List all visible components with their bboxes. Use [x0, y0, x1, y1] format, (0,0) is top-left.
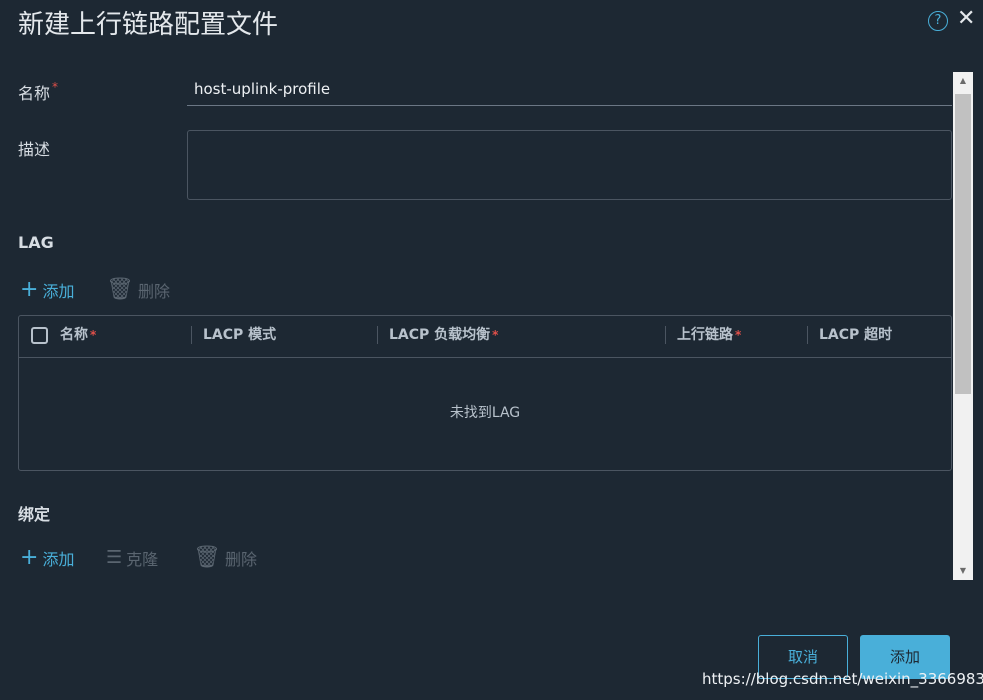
clone-icon: ☰: [106, 547, 123, 568]
lag-grid: 名称 * LACP 模式 LACP 负载均衡 * 上行链路 * LACP 超时 未找到…: [18, 315, 952, 471]
binding-delete-button[interactable]: 🗑 删除: [193, 546, 257, 570]
column-header-lacp-timeout[interactable]: LACP 超时: [806, 316, 894, 357]
name-input[interactable]: host-uplink-profile: [187, 74, 952, 106]
lag-grid-header: 名称 * LACP 模式 LACP 负载均衡 * 上行链路 * LACP 超时: [19, 316, 951, 358]
scroll-up-arrow-icon[interactable]: ▲: [953, 72, 973, 90]
column-header-name[interactable]: 名称 *: [60, 316, 96, 357]
trash-icon: 🗑: [106, 277, 134, 302]
description-textarea[interactable]: [187, 130, 952, 200]
scrollbar-thumb[interactable]: [955, 94, 971, 394]
trash-icon: 🗑: [193, 545, 221, 570]
dialog-title: 新建上行链路配置文件: [18, 10, 279, 40]
lag-delete-button[interactable]: 🗑 删除: [106, 278, 170, 302]
column-header-lacp-load-balancing[interactable]: LACP 负载均衡 *: [376, 316, 498, 357]
select-all-checkbox[interactable]: [31, 327, 48, 344]
watermark-text: https://blog.csdn.net/weixin_33669839: [702, 670, 983, 688]
vertical-scrollbar[interactable]: ▲ ▼: [953, 72, 973, 580]
close-icon[interactable]: ✕: [957, 6, 975, 32]
plus-icon: +: [20, 277, 39, 302]
lag-add-button[interactable]: + 添加: [20, 278, 74, 302]
column-header-uplinks[interactable]: 上行链路 *: [664, 316, 741, 357]
binding-section-title: 绑定: [18, 505, 51, 524]
column-header-lacp-mode[interactable]: LACP 模式: [190, 316, 278, 357]
lag-section-title: LAG: [18, 233, 54, 252]
binding-add-button[interactable]: + 添加: [20, 546, 74, 570]
binding-clone-button[interactable]: ☰ 克隆: [106, 546, 158, 570]
name-label: 名称 *: [18, 80, 59, 103]
lag-empty-placeholder: 未找到LAG: [449, 405, 521, 421]
scroll-down-arrow-icon[interactable]: ▼: [953, 562, 973, 580]
description-label: 描述: [18, 140, 51, 159]
plus-icon: +: [20, 545, 39, 570]
help-icon[interactable]: ?: [928, 11, 948, 31]
